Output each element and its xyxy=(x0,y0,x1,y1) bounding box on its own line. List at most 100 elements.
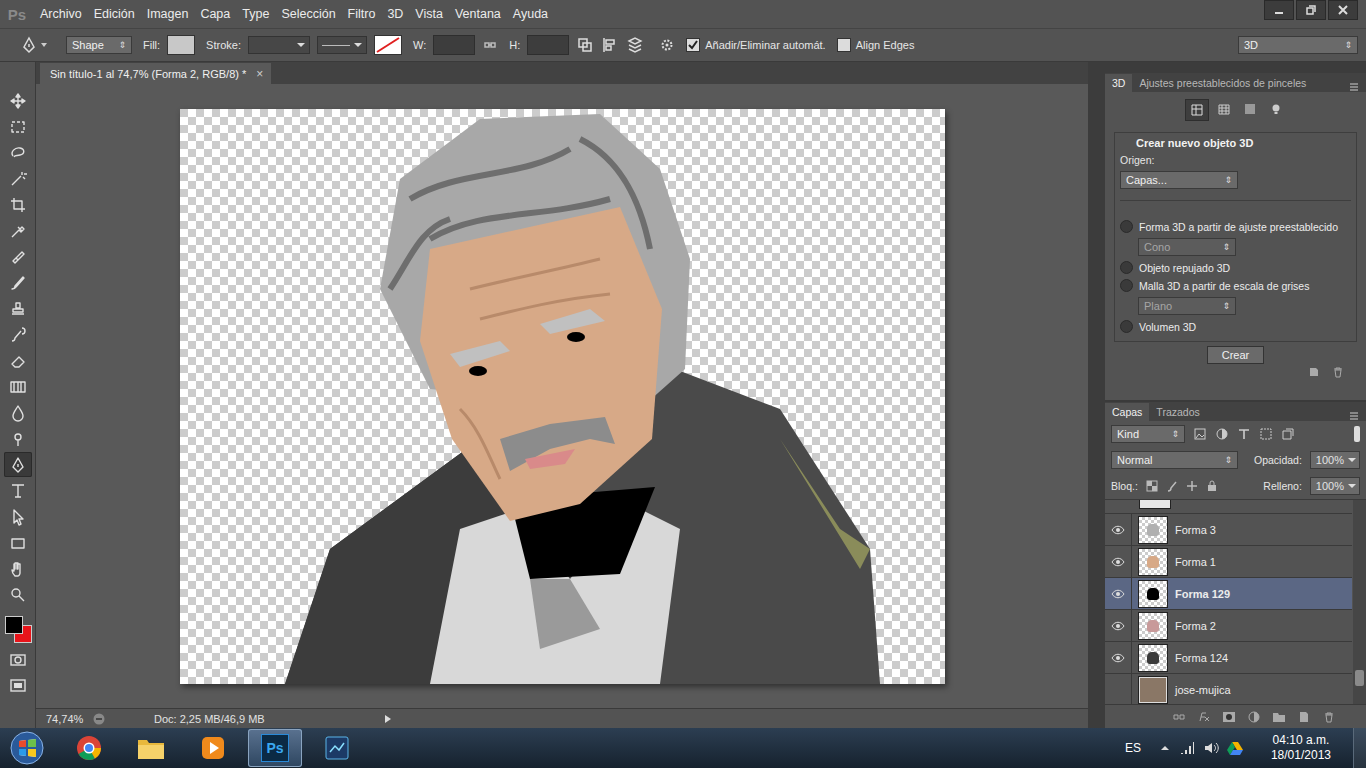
panel-tab[interactable]: Capas xyxy=(1105,403,1149,421)
tool-button[interactable] xyxy=(4,582,32,607)
menu-item[interactable]: Capa xyxy=(194,7,236,21)
show-desktop-button[interactable] xyxy=(1353,728,1366,768)
tool-button[interactable] xyxy=(4,166,32,191)
radio-button[interactable] xyxy=(1120,320,1133,333)
link-layers-icon[interactable] xyxy=(1172,711,1186,723)
show-hidden-icons-icon[interactable] xyxy=(1159,742,1171,754)
filter-toggle[interactable] xyxy=(1354,426,1360,442)
lock-pixels-icon[interactable] xyxy=(1166,480,1178,492)
minimize-button[interactable] xyxy=(1264,0,1294,20)
menu-item[interactable]: Selección xyxy=(275,7,341,21)
preset-dropdown[interactable]: Cono⇕ xyxy=(1138,238,1236,256)
close-button[interactable] xyxy=(1328,0,1358,20)
preset-dropdown[interactable]: Plano⇕ xyxy=(1138,297,1236,315)
layer-row[interactable]: jose-mujica xyxy=(1105,674,1352,704)
layer-row[interactable]: Forma 124 xyxy=(1105,642,1352,674)
link-icon[interactable] xyxy=(482,37,498,53)
create-option[interactable]: Forma 3D a partir de ajuste preestableci… xyxy=(1120,220,1351,233)
tool-button[interactable] xyxy=(4,270,32,295)
mode-dropdown[interactable]: Shape⇕ xyxy=(66,36,132,54)
layer-style-icon[interactable] xyxy=(1197,711,1211,723)
menu-item[interactable]: Archivo xyxy=(34,7,88,21)
tool-button[interactable] xyxy=(4,400,32,425)
network-signal-icon[interactable] xyxy=(1179,741,1195,755)
tool-button[interactable] xyxy=(4,556,32,581)
stroke-type-dropdown[interactable] xyxy=(317,36,367,54)
panel-menu-icon[interactable] xyxy=(1348,82,1360,92)
tool-button[interactable] xyxy=(4,504,32,529)
stroke-width-field[interactable] xyxy=(248,36,310,54)
panel-menu-icon[interactable] xyxy=(1348,411,1360,421)
visibility-toggle[interactable] xyxy=(1105,578,1132,609)
height-field[interactable] xyxy=(527,35,569,55)
gear-icon[interactable] xyxy=(659,37,675,53)
pixel-filter-icon[interactable] xyxy=(1193,427,1207,441)
visibility-toggle[interactable] xyxy=(1105,642,1132,673)
tool-button[interactable] xyxy=(4,140,32,165)
panel-tab[interactable]: Trazados xyxy=(1149,403,1206,421)
radio-button[interactable] xyxy=(1120,279,1133,292)
status-info-icon[interactable] xyxy=(92,712,106,726)
expand-arrow-icon[interactable] xyxy=(382,713,394,725)
adjustment-layer-icon[interactable] xyxy=(1247,711,1261,723)
path-operations-icon[interactable] xyxy=(576,36,594,54)
fill-swatch[interactable] xyxy=(167,35,195,55)
taskbar-app[interactable] xyxy=(124,729,178,767)
tool-button[interactable] xyxy=(4,218,32,243)
lights-button[interactable] xyxy=(1265,99,1287,119)
panel-tab[interactable]: 3D xyxy=(1105,74,1132,92)
start-button[interactable] xyxy=(0,728,54,768)
create-option[interactable]: Malla 3D a partir de escala de grises xyxy=(1120,279,1351,292)
visibility-toggle[interactable] xyxy=(1105,610,1132,641)
radio-button[interactable] xyxy=(1120,261,1133,274)
stroke-color-swatch[interactable] xyxy=(374,35,402,55)
layers-scrollbar[interactable] xyxy=(1353,500,1366,704)
layer-row[interactable]: Forma 129 xyxy=(1105,578,1352,610)
smart-object-filter-icon[interactable] xyxy=(1281,427,1295,441)
create-option[interactable]: Objeto repujado 3D xyxy=(1120,261,1351,274)
materials-button[interactable] xyxy=(1239,99,1261,119)
tool-button[interactable] xyxy=(4,114,32,139)
tool-button[interactable] xyxy=(4,192,32,217)
option-checkbox[interactable]: Align Edges xyxy=(837,38,915,52)
new-layer-icon[interactable] xyxy=(1297,711,1311,723)
lock-transparency-icon[interactable] xyxy=(1146,480,1158,492)
tool-button[interactable] xyxy=(4,296,32,321)
panel-tab[interactable]: Ajustes preestablecidos de pinceles xyxy=(1132,74,1313,92)
google-drive-icon[interactable] xyxy=(1227,741,1243,755)
quick-mask-button[interactable] xyxy=(4,647,32,672)
tool-button[interactable] xyxy=(4,244,32,269)
menu-item[interactable]: Filtro xyxy=(342,7,382,21)
language-indicator[interactable]: ES xyxy=(1125,741,1141,755)
menu-item[interactable]: Imagen xyxy=(141,7,195,21)
tool-button[interactable] xyxy=(4,348,32,373)
checkbox[interactable] xyxy=(686,38,700,52)
radio-button[interactable] xyxy=(1120,220,1133,233)
opacity-field[interactable]: 100% xyxy=(1310,451,1360,469)
lock-all-icon[interactable] xyxy=(1206,480,1218,492)
menu-item[interactable]: Type xyxy=(236,7,275,21)
new-icon[interactable] xyxy=(1308,366,1320,378)
visibility-toggle[interactable] xyxy=(1105,546,1132,577)
layer-row[interactable]: Forma 3 xyxy=(1105,514,1352,546)
create-button[interactable]: Crear xyxy=(1207,346,1265,364)
volume-icon[interactable] xyxy=(1203,741,1219,755)
layer-row[interactable]: Forma 2 xyxy=(1105,610,1352,642)
menu-item[interactable]: Ayuda xyxy=(507,7,554,21)
option-checkbox[interactable]: Añadir/Eliminar automát. xyxy=(686,38,825,52)
close-tab-button[interactable]: × xyxy=(256,67,263,81)
path-arrangement-icon[interactable] xyxy=(626,36,644,54)
tool-button[interactable] xyxy=(4,88,32,113)
visibility-toggle[interactable] xyxy=(1105,514,1132,545)
clock[interactable]: 04:10 a.m. 18/01/2013 xyxy=(1271,733,1331,763)
menu-item[interactable]: Ventana xyxy=(449,7,507,21)
menu-item[interactable]: Vista xyxy=(409,7,449,21)
type-filter-icon[interactable] xyxy=(1237,427,1251,441)
tool-button[interactable] xyxy=(4,530,32,555)
tool-button[interactable] xyxy=(4,452,32,477)
taskbar-app[interactable] xyxy=(62,729,116,767)
restore-button[interactable] xyxy=(1296,0,1326,20)
lock-position-icon[interactable] xyxy=(1186,480,1198,492)
tool-preset-picker[interactable] xyxy=(20,36,47,54)
checkbox[interactable] xyxy=(837,38,851,52)
